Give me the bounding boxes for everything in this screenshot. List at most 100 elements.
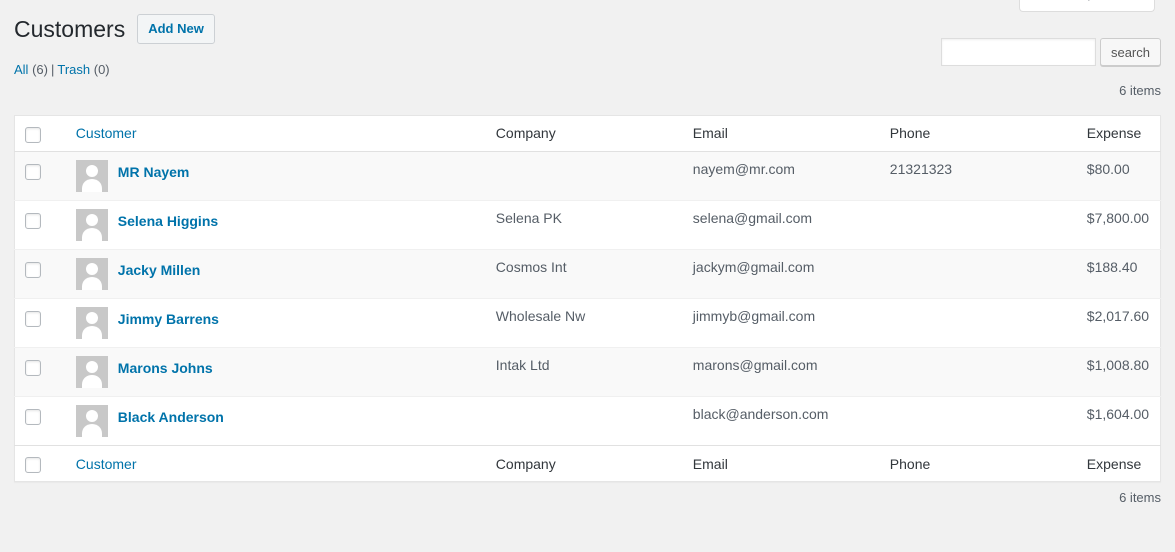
search-input[interactable] bbox=[941, 38, 1096, 66]
row-select-cell bbox=[15, 397, 66, 446]
column-header-expense: Expense bbox=[1077, 115, 1161, 151]
expense-value: $1,604.00 bbox=[1087, 405, 1150, 425]
add-new-button[interactable]: Add New bbox=[137, 14, 215, 44]
user-placeholder-icon bbox=[76, 209, 108, 241]
cell-expense: $7,800.00 bbox=[1077, 201, 1161, 250]
cell-expense: $188.40 bbox=[1077, 250, 1161, 299]
sort-link-customer-footer[interactable]: Customer bbox=[76, 456, 137, 472]
row-select-cell bbox=[15, 250, 66, 299]
screen-options-button[interactable]: Screen Options▼ bbox=[1019, 0, 1155, 12]
column-footer-expense: Expense bbox=[1077, 446, 1161, 482]
user-placeholder-icon bbox=[76, 405, 108, 437]
table-head: Customer Company Email Phone Expense bbox=[15, 115, 1161, 151]
column-header-phone: Phone bbox=[880, 115, 1077, 151]
column-footer-customer: Customer bbox=[66, 446, 486, 482]
displaying-num-bottom: 6 items bbox=[1119, 490, 1161, 505]
sort-link-customer[interactable]: Customer bbox=[76, 125, 137, 141]
cell-customer: Jimmy Barrens bbox=[66, 299, 486, 348]
row-checkbox[interactable] bbox=[25, 164, 41, 180]
cell-email: jimmyb@gmail.com bbox=[683, 299, 880, 348]
cell-customer: Marons Johns bbox=[66, 348, 486, 397]
email-value: marons@gmail.com bbox=[693, 356, 870, 376]
expense-value: $1,008.80 bbox=[1087, 356, 1150, 376]
customer-name-link[interactable]: Jacky Millen bbox=[118, 258, 201, 281]
row-checkbox[interactable] bbox=[25, 213, 41, 229]
cell-customer: MR Nayem bbox=[66, 152, 486, 201]
status-filter-list: All (6)|Trash (0) bbox=[14, 57, 110, 83]
cell-company: Intak Ltd bbox=[486, 348, 683, 397]
cell-expense: $2,017.60 bbox=[1077, 299, 1161, 348]
company-value: Intak Ltd bbox=[496, 356, 673, 376]
search-submit-button[interactable]: search bbox=[1100, 38, 1161, 66]
customer-name-link[interactable]: Selena Higgins bbox=[118, 209, 218, 232]
email-value: nayem@mr.com bbox=[693, 160, 870, 180]
expense-value: $188.40 bbox=[1087, 258, 1150, 278]
filter-link-trash[interactable]: Trash bbox=[57, 62, 90, 77]
column-footer-company: Company bbox=[486, 446, 683, 482]
row-select-cell bbox=[15, 299, 66, 348]
cell-company: Selena PK bbox=[486, 201, 683, 250]
customer-name-link[interactable]: Black Anderson bbox=[118, 405, 224, 428]
expense-value: $80.00 bbox=[1087, 160, 1150, 180]
cell-company: Cosmos Int bbox=[486, 250, 683, 299]
filter-item-all: All (6)| bbox=[14, 62, 57, 77]
filter-item-trash: Trash (0) bbox=[57, 62, 109, 77]
cell-email: selena@gmail.com bbox=[683, 201, 880, 250]
cell-phone bbox=[880, 201, 1077, 250]
table-row: Selena Higgins Selena PK selena@gmail.com $… bbox=[15, 201, 1161, 250]
column-footer-email: Email bbox=[683, 446, 880, 482]
cell-phone bbox=[880, 299, 1077, 348]
customer-name-link[interactable]: Marons Johns bbox=[118, 356, 213, 379]
row-checkbox[interactable] bbox=[25, 311, 41, 327]
customer-name-link[interactable]: MR Nayem bbox=[118, 160, 190, 183]
user-placeholder-icon bbox=[76, 356, 108, 388]
table-body: MR Nayem nayem@mr.com 21321323 $80.00 Selena… bbox=[15, 152, 1161, 446]
company-value: Cosmos Int bbox=[496, 258, 673, 278]
phone-value: 21321323 bbox=[890, 160, 1067, 180]
filter-count-all: (6) bbox=[32, 62, 48, 77]
expense-value: $2,017.60 bbox=[1087, 307, 1150, 327]
row-select-cell bbox=[15, 152, 66, 201]
tablenav-bottom: 6 items bbox=[14, 482, 1161, 512]
email-value: black@anderson.com bbox=[693, 405, 870, 425]
table-row: Marons Johns Intak Ltd marons@gmail.com $1,… bbox=[15, 348, 1161, 397]
column-header-email: Email bbox=[683, 115, 880, 151]
cell-phone: 21321323 bbox=[880, 152, 1077, 201]
customers-table: Customer Company Email Phone Expense MR … bbox=[14, 115, 1161, 483]
cell-customer: Selena Higgins bbox=[66, 201, 486, 250]
cell-email: marons@gmail.com bbox=[683, 348, 880, 397]
page-wrap: Customers Add New All (6)|Trash (0) sear… bbox=[0, 0, 1175, 512]
email-value: jimmyb@gmail.com bbox=[693, 307, 870, 327]
user-placeholder-icon bbox=[76, 160, 108, 192]
row-checkbox[interactable] bbox=[25, 409, 41, 425]
screen-meta-links: Screen Options▼ bbox=[1019, 0, 1155, 12]
company-value: Selena PK bbox=[496, 209, 673, 229]
row-checkbox[interactable] bbox=[25, 360, 41, 376]
select-all-footer-header bbox=[15, 446, 66, 482]
cell-company bbox=[486, 152, 683, 201]
table-footer-row: Customer Company Email Phone Expense bbox=[15, 446, 1161, 482]
tablenav-top: 6 items bbox=[14, 83, 1161, 115]
row-checkbox[interactable] bbox=[25, 262, 41, 278]
filter-link-all[interactable]: All bbox=[14, 62, 28, 77]
user-placeholder-icon bbox=[76, 307, 108, 339]
cell-customer: Jacky Millen bbox=[66, 250, 486, 299]
select-all-checkbox-footer[interactable] bbox=[25, 457, 41, 473]
table-row: MR Nayem nayem@mr.com 21321323 $80.00 bbox=[15, 152, 1161, 201]
customer-name-link[interactable]: Jimmy Barrens bbox=[118, 307, 219, 330]
filter-count-trash: (0) bbox=[94, 62, 110, 77]
cell-email: black@anderson.com bbox=[683, 397, 880, 446]
chevron-down-icon: ▼ bbox=[1128, 0, 1138, 1]
row-select-cell bbox=[15, 201, 66, 250]
column-footer-phone: Phone bbox=[880, 446, 1077, 482]
select-all-checkbox[interactable] bbox=[25, 127, 41, 143]
table-row: Jacky MillenCosmos Intjackym@gmail.com$1… bbox=[15, 250, 1161, 299]
user-placeholder-icon bbox=[76, 258, 108, 290]
page-title: Customers bbox=[14, 6, 125, 49]
filter-separator: | bbox=[48, 62, 57, 77]
search-box: search bbox=[941, 38, 1161, 66]
cell-phone bbox=[880, 348, 1077, 397]
cell-expense: $1,604.00 bbox=[1077, 397, 1161, 446]
cell-customer: Black Anderson bbox=[66, 397, 486, 446]
displaying-num-top: 6 items bbox=[1119, 83, 1161, 98]
